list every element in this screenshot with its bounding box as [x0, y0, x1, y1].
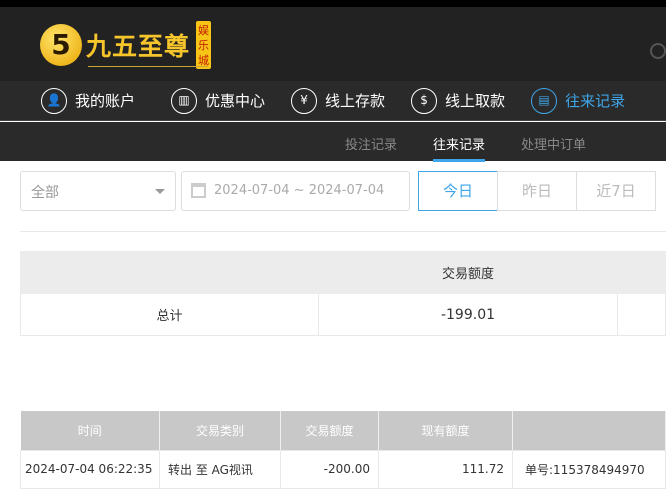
transactions-table: 时间 交易类别 交易额度 现有额度 2024-07-04 06:22:35 转出… [20, 411, 666, 489]
deposit-icon: ¥ [291, 87, 318, 114]
logo[interactable]: 5 九五至尊 娱乐城 [40, 21, 212, 69]
nav-withdraw[interactable]: $ 线上取款 [411, 81, 505, 120]
cell-time: 2024-07-04 06:22:35 [20, 449, 160, 489]
nav-label: 往来记录 [565, 92, 626, 110]
logo-mark: 5 [40, 24, 82, 66]
header: 5 九五至尊 娱乐城 [0, 7, 666, 81]
main-nav: 👤 我的账户 ▥ 优惠中心 ¥ 线上存款 $ 线上取款 ▤ 往来记录 [0, 81, 666, 121]
withdraw-icon: $ [411, 87, 438, 114]
logo-ornament [88, 66, 208, 67]
cell-balance: 111.72 [378, 449, 513, 489]
nav-my-account[interactable]: 👤 我的账户 [41, 81, 135, 120]
nav-label: 我的账户 [75, 92, 136, 110]
col-time: 时间 [20, 411, 160, 450]
chevron-down-icon [155, 189, 165, 199]
table-row: 2024-07-04 06:22:35 转出 至 AG视讯 -200.00 11… [20, 449, 666, 489]
nav-records[interactable]: ▤ 往来记录 [531, 81, 625, 120]
summary-header: 交易额度 [318, 251, 618, 294]
user-icon: 👤 [41, 87, 67, 114]
last-7-days-button[interactable]: 近7日 [576, 171, 656, 211]
nav-label: 线上存款 [325, 92, 386, 110]
total-value: -199.01 [318, 293, 618, 336]
nav-deposit[interactable]: ¥ 线上存款 [291, 81, 385, 120]
cell-type: 转出 至 AG视讯 [159, 449, 281, 489]
col-note [512, 411, 666, 450]
type-select-value: 全部 [31, 185, 59, 201]
cell-note: 单号:115378494970 [512, 449, 666, 489]
date-range-input[interactable]: 2024-07-04 ~ 2024-07-04 [181, 171, 410, 211]
gift-icon: ▥ [171, 87, 198, 114]
total-label: 总计 [20, 293, 319, 336]
nav-promotions[interactable]: ▥ 优惠中心 [171, 81, 265, 120]
date-range-value: 2024-07-04 ~ 2024-07-04 [214, 183, 385, 198]
tab-pending-orders[interactable]: 处理中订单 [521, 134, 586, 153]
logo-text: 九五至尊 [86, 32, 191, 61]
col-amount: 交易额度 [280, 411, 379, 450]
records-icon: ▤ [531, 87, 558, 114]
logo-badge: 娱乐城 [196, 21, 212, 69]
calendar-icon [191, 183, 206, 198]
type-select[interactable]: 全部 [20, 171, 176, 211]
tab-transaction-records[interactable]: 往来记录 [433, 134, 486, 162]
nav-label: 线上取款 [445, 92, 506, 110]
top-strip [0, 0, 666, 7]
divider [20, 231, 666, 232]
user-icon[interactable] [650, 43, 666, 59]
col-balance: 现有额度 [378, 411, 513, 450]
col-type: 交易类别 [159, 411, 281, 450]
sub-nav: 投注记录 往来记录 处理中订单 [0, 122, 666, 162]
summary-table: 交易额度 总计 -199.01 [20, 251, 666, 336]
today-button[interactable]: 今日 [418, 171, 498, 211]
tab-bet-records[interactable]: 投注记录 [345, 134, 397, 153]
nav-label: 优惠中心 [205, 92, 266, 110]
cell-amount: -200.00 [280, 449, 379, 489]
yesterday-button[interactable]: 昨日 [497, 171, 577, 211]
